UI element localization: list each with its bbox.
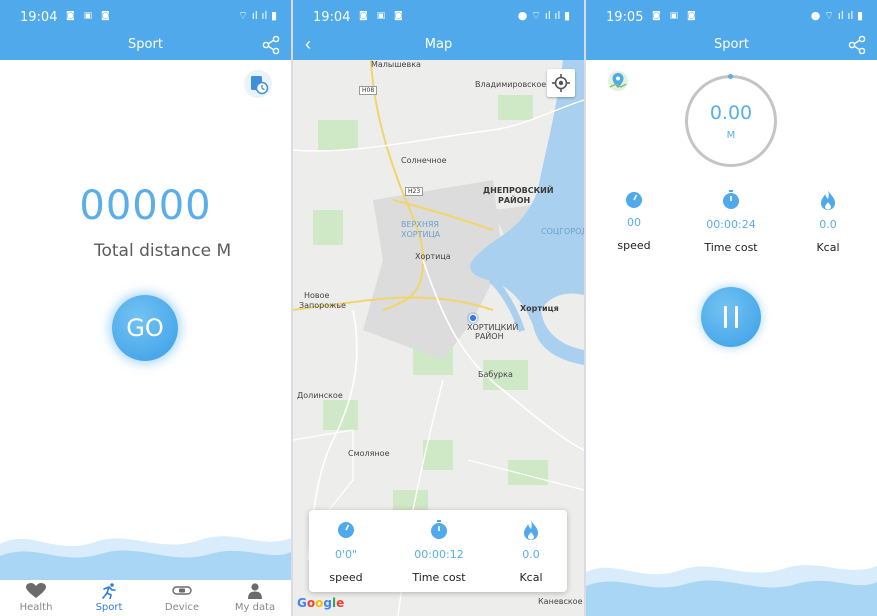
share-icon[interactable] <box>847 35 867 55</box>
share-icon[interactable] <box>261 35 281 55</box>
speed-label: speed <box>617 239 651 252</box>
heart-icon <box>26 583 46 598</box>
speed-label: speed <box>329 571 363 584</box>
stopwatch-icon <box>431 520 447 539</box>
ring-progress-dot <box>728 74 733 79</box>
kcal-value: 0.0 <box>522 548 540 561</box>
google-logo: Google <box>297 596 345 610</box>
time-value: 00:00:12 <box>414 548 464 561</box>
history-button[interactable] <box>244 70 272 98</box>
app-bar: Sport <box>0 32 291 60</box>
speedometer-icon <box>338 522 354 538</box>
kcal-label: Kcal <box>816 241 840 254</box>
pause-button[interactable] <box>701 287 761 347</box>
time-label: Time cost <box>704 241 758 254</box>
distance-value: 0.00 <box>709 102 753 124</box>
highway-shield: H23 <box>405 187 424 196</box>
notification-icons: ◙ ▣ ◙ <box>66 11 113 21</box>
time-label: Time cost <box>412 571 466 584</box>
stat-kcal: 0.0 Kcal <box>505 520 557 584</box>
app-bar: ‹ Map <box>293 32 584 60</box>
system-icons: ⌔ ıl ıl ▮ <box>237 9 277 22</box>
map-label: ВЕРХНЯЯ <box>401 220 439 229</box>
stopwatch-icon <box>723 190 739 209</box>
wave-decoration <box>586 565 877 616</box>
pause-icon <box>724 306 727 328</box>
pause-icon <box>735 306 738 328</box>
stat-speed: 0'0" speed <box>319 520 373 584</box>
sport-screen-map: 19:04 ◙ ▣ ◙ ● ⌔ ıl ıl ▮ ‹ Map Малышевка … <box>293 0 584 616</box>
person-icon <box>248 583 262 599</box>
map-label: РАЙОН <box>475 332 504 341</box>
map-label: РАЙОН <box>498 196 531 205</box>
workout-stats-card: 0'0" speed 00:00:12 Time cost 0.0 Kcal <box>309 510 567 592</box>
stat-kcal: 0.0 Kcal <box>802 190 854 254</box>
distance-unit: M <box>726 130 736 141</box>
map-label: Бабурка <box>478 370 513 379</box>
map-label: Новое <box>304 291 330 300</box>
speed-value: 00 <box>627 216 641 229</box>
total-distance-value: 00000 <box>79 183 212 229</box>
map-label: СОЦГОРОД <box>541 227 584 236</box>
sport-screen-idle: 19:04 ◙ ▣ ◙ ⌔ ıl ıl ▮ Sport 00000 Total … <box>0 0 291 616</box>
stat-time: 00:00:24 Time cost <box>695 190 767 254</box>
highway-shield: H08 <box>359 86 378 95</box>
status-time: 19:04 <box>313 10 351 25</box>
map-label: ХОРТИЦА <box>401 230 441 239</box>
nav-label: Sport <box>95 602 123 613</box>
nav-sport[interactable]: Sport <box>74 580 144 616</box>
page-title: Sport <box>128 37 163 52</box>
map-label: Солнечное <box>401 156 447 165</box>
time-value: 00:00:24 <box>706 218 756 231</box>
status-time: 19:05 <box>606 10 644 25</box>
bottom-navigation: Health Sport Device My data <box>0 580 291 616</box>
flame-icon <box>524 520 538 540</box>
runner-icon <box>102 583 116 599</box>
my-location-button[interactable] <box>547 69 575 97</box>
map-label: Хортица <box>415 252 451 261</box>
history-clock-icon <box>251 76 269 95</box>
map-label: Хортиця <box>520 304 559 313</box>
total-distance-label: Total distance M <box>94 241 232 261</box>
status-bar: 19:05 ◙ ▣ ◙ ● ⌔ ıl ıl ▮ <box>586 0 877 32</box>
kcal-value: 0.0 <box>819 218 837 231</box>
kcal-label: Kcal <box>519 571 543 584</box>
nav-my-data[interactable]: My data <box>220 580 290 616</box>
map-label: Малышевка <box>371 60 421 69</box>
map-pin-icon[interactable] <box>607 70 629 92</box>
nav-health[interactable]: Health <box>1 580 71 616</box>
go-button[interactable]: GO <box>112 295 178 361</box>
system-icons: ● ⌔ ıl ıl ▮ <box>517 9 570 22</box>
band-icon <box>172 586 192 595</box>
flame-icon <box>821 190 835 210</box>
wave-decoration <box>0 536 291 586</box>
stat-speed: 00 speed <box>606 190 662 252</box>
app-bar: Sport <box>586 32 877 60</box>
map-label: Долинское <box>297 391 343 400</box>
map-label: Канeвское <box>538 597 583 606</box>
map-label: Владимировское <box>475 80 547 89</box>
system-icons: ● ⌔ ıl ıl ▮ <box>810 9 863 22</box>
status-bar: 19:04 ◙ ▣ ◙ ⌔ ıl ıl ▮ <box>0 0 291 32</box>
speed-value: 0'0" <box>334 548 358 561</box>
nav-label: My data <box>234 602 276 613</box>
page-title: Map <box>424 37 453 52</box>
stat-time: 00:00:12 Time cost <box>403 520 475 584</box>
status-time: 19:04 <box>20 10 58 25</box>
sport-screen-running: 19:05 ◙ ▣ ◙ ● ⌔ ıl ıl ▮ Sport 0.00 M 00 … <box>586 0 877 616</box>
speedometer-icon <box>626 192 642 208</box>
crosshair-icon <box>552 74 570 92</box>
nav-label: Device <box>164 602 200 613</box>
page-title: Sport <box>714 37 749 52</box>
status-bar: 19:04 ◙ ▣ ◙ ● ⌔ ıl ıl ▮ <box>293 0 584 32</box>
notification-icons: ◙ ▣ ◙ <box>652 11 699 21</box>
map-label: Смоляное <box>348 449 390 458</box>
map-label: ДНЕПРОВСКИЙ <box>483 186 554 195</box>
nav-device[interactable]: Device <box>147 580 217 616</box>
notification-icons: ◙ ▣ ◙ <box>359 11 406 21</box>
map-label: Запорожье <box>299 301 346 310</box>
current-location-marker-icon <box>467 312 479 324</box>
nav-label: Health <box>19 602 53 613</box>
